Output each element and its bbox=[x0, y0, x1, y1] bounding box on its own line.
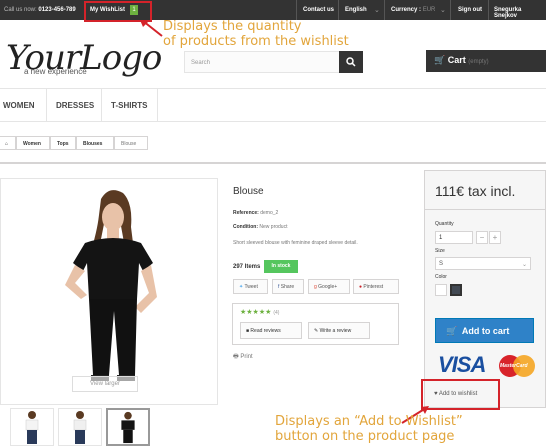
product-price: 111€ tax incl. bbox=[435, 183, 516, 199]
account-link[interactable]: Snegurka Snejkov bbox=[494, 7, 546, 19]
menu-item-women[interactable]: WOMEN bbox=[3, 101, 35, 110]
google-plus-icon: g bbox=[314, 284, 317, 290]
thumbnail[interactable] bbox=[10, 408, 54, 446]
visa-logo: VISA bbox=[438, 352, 486, 377]
stock-badge: In stock bbox=[264, 260, 298, 273]
size-label: Size bbox=[435, 248, 445, 254]
menu-item-dresses[interactable]: DRESSES bbox=[56, 101, 94, 110]
add-to-cart-button[interactable]: 🛒 Add to cart bbox=[435, 318, 534, 343]
add-to-wishlist-button[interactable]: ♥ Add to wishlist bbox=[434, 391, 477, 397]
product-image[interactable] bbox=[0, 178, 218, 405]
google-plus-button[interactable]: g Google+ bbox=[308, 279, 350, 294]
cart-label: Cart bbox=[447, 55, 466, 65]
comment-icon: ■ bbox=[246, 328, 250, 334]
divider bbox=[338, 0, 339, 20]
annotation-arrow bbox=[140, 20, 163, 37]
read-reviews-button[interactable]: ■ Read reviews bbox=[240, 322, 302, 339]
print-link[interactable]: 🖶 Print bbox=[233, 352, 253, 362]
breadcrumb-item[interactable]: Women bbox=[16, 136, 50, 150]
main-menu: WOMEN DRESSES T-SHIRTS bbox=[0, 88, 546, 122]
currency-select[interactable]: Currency : EUR bbox=[391, 7, 435, 13]
language-select[interactable]: English bbox=[345, 7, 367, 13]
thumbnail[interactable] bbox=[58, 408, 102, 446]
divider bbox=[296, 0, 297, 20]
phone-number: 0123-456-789 bbox=[38, 7, 76, 13]
wishlist-highlight-box bbox=[84, 1, 152, 22]
quantity-minus-button[interactable]: − bbox=[476, 231, 488, 244]
thumbnail-selected[interactable] bbox=[106, 408, 150, 446]
cart-icon: 🛒 bbox=[446, 326, 458, 336]
color-swatch-white[interactable] bbox=[435, 284, 447, 296]
logo-tagline: a new experience bbox=[24, 67, 87, 76]
call-us: Call us now: 0123-456-789 bbox=[4, 7, 76, 13]
color-swatch-dark[interactable] bbox=[450, 284, 462, 296]
printer-icon: 🖶 bbox=[233, 354, 239, 360]
menu-item-tshirts[interactable]: T-SHIRTS bbox=[111, 101, 147, 110]
chevron-down-icon: ⌄ bbox=[374, 7, 380, 14]
cart-button[interactable]: 🛒 Cart (empty) bbox=[426, 50, 546, 72]
product-description: Short sleeved blouse with feminine drape… bbox=[233, 240, 358, 246]
product-title: Blouse bbox=[233, 186, 264, 197]
rating-stars: ★★★★★ (4) bbox=[240, 309, 280, 316]
size-select[interactable]: S ⌄ bbox=[435, 257, 531, 270]
signout-link[interactable]: Sign out bbox=[458, 7, 482, 13]
divider bbox=[450, 0, 451, 20]
quantity-input[interactable]: 1 bbox=[435, 231, 473, 244]
chevron-down-icon: ⌄ bbox=[440, 7, 446, 14]
model-photo bbox=[65, 190, 157, 381]
color-label: Color bbox=[435, 274, 447, 280]
product-reference: Reference: demo_2 bbox=[233, 210, 279, 216]
chevron-down-icon: ⌄ bbox=[521, 262, 527, 268]
items-count: 297 Items bbox=[233, 264, 261, 270]
view-larger-button[interactable]: View larger bbox=[72, 376, 138, 392]
search-input[interactable]: Search bbox=[184, 51, 340, 73]
write-review-button[interactable]: ✎ Write a review bbox=[308, 322, 370, 339]
pencil-icon: ✎ bbox=[314, 328, 319, 334]
annotation-bottom: Displays an “Add to Wishlist” button on … bbox=[275, 414, 463, 444]
divider bbox=[157, 89, 158, 122]
thumbnail-image bbox=[25, 411, 39, 444]
divider bbox=[0, 162, 546, 164]
contact-link[interactable]: Contact us bbox=[303, 7, 334, 13]
quantity-plus-button[interactable]: + bbox=[489, 231, 501, 244]
breadcrumb-item[interactable]: Blouses bbox=[76, 136, 114, 150]
divider bbox=[46, 89, 47, 122]
divider bbox=[488, 0, 489, 20]
breadcrumb-current: Blouse bbox=[114, 136, 148, 150]
divider bbox=[424, 209, 546, 210]
cart-icon: 🛒 bbox=[434, 55, 446, 65]
search-button[interactable] bbox=[339, 51, 363, 73]
thumbnail-image bbox=[121, 411, 135, 444]
facebook-share-button[interactable]: f Share bbox=[272, 279, 304, 294]
home-icon[interactable]: ⌂ bbox=[0, 136, 16, 150]
breadcrumb-item[interactable]: Tops bbox=[50, 136, 76, 150]
annotation-top: Displays the quantity of products from t… bbox=[163, 19, 349, 49]
cart-status: (empty) bbox=[468, 59, 489, 65]
quantity-label: Quantity bbox=[435, 221, 454, 227]
search-icon bbox=[346, 57, 356, 67]
tweet-button[interactable]: ✦ Tweet bbox=[233, 279, 268, 294]
divider bbox=[384, 0, 385, 20]
heart-icon: ♥ bbox=[434, 391, 438, 397]
thumbnail-image bbox=[73, 411, 87, 444]
mastercard-label: MasterCard bbox=[500, 363, 528, 369]
twitter-icon: ✦ bbox=[239, 284, 244, 290]
pinterest-button[interactable]: ● Pinterest bbox=[353, 279, 399, 294]
pinterest-icon: ● bbox=[359, 284, 363, 290]
divider bbox=[101, 89, 102, 122]
top-bar: Call us now: 0123-456-789 My WishList 1 … bbox=[0, 0, 546, 20]
product-condition: Condition: New product bbox=[233, 224, 288, 230]
facebook-icon: f bbox=[278, 284, 280, 290]
